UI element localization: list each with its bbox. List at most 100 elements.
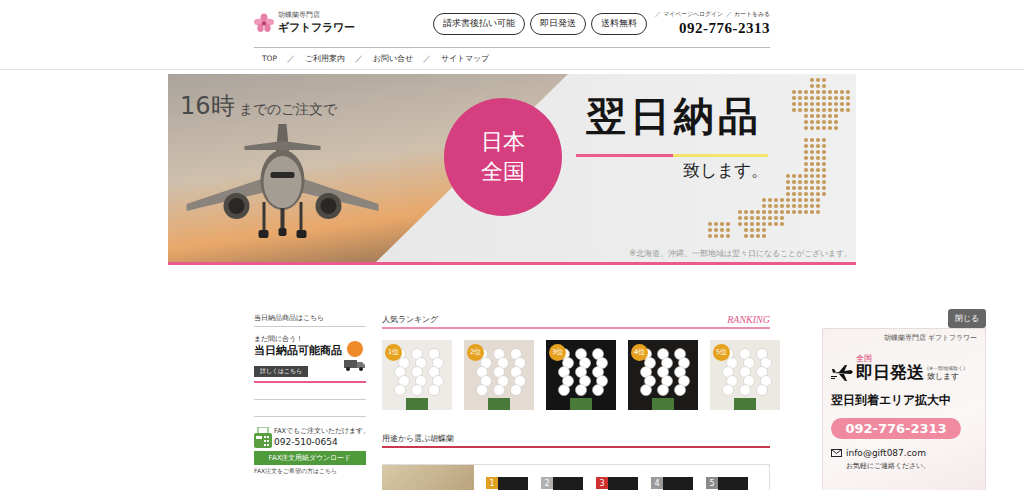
purpose-item[interactable]: 4 bbox=[651, 477, 693, 490]
fax-caption: FAX注文をご希望の方はこちら bbox=[254, 467, 366, 476]
ad-email-row[interactable]: info@gift087.com bbox=[831, 448, 977, 458]
airplane-icon bbox=[180, 122, 385, 262]
ad-headline-text: 即日発送 bbox=[856, 363, 924, 382]
rank-badge: 4位 bbox=[631, 344, 648, 361]
hero-banner[interactable]: 16時 までのご注文で 日本全国 翌日納品 致します。 ※北海道、沖縄、一部地域… bbox=[168, 74, 856, 265]
purpose-item[interactable]: 5 bbox=[706, 477, 748, 490]
account-link[interactable]: ／マイページへログイン bbox=[655, 10, 723, 19]
nav-separator: ／ bbox=[287, 54, 295, 64]
purpose-list: 1 2 3 4 5 bbox=[474, 465, 748, 490]
purpose-thumb bbox=[498, 477, 528, 490]
header-contact: ／マイページへログイン／カートをみる 092-776-2313 bbox=[655, 10, 770, 37]
purpose-item[interactable]: 3 bbox=[596, 477, 638, 490]
fax-lead: FAXでもご注文いただけます。 bbox=[274, 427, 370, 437]
logo-name: ギフトフラワー bbox=[278, 20, 355, 35]
ad-suffix-col: (※一部地域除く) 致します bbox=[927, 365, 965, 382]
main-column: 人気ランキング RANKING 1位 2位 3位 4位 5位 用途から選ぶ胡蝶蘭 1 2 3… bbox=[382, 313, 770, 490]
link-separator: ／ bbox=[655, 10, 661, 17]
purpose-number: 5 bbox=[706, 477, 718, 489]
sidebar: 当日納品商品はこちら まだ間に合う！ 当日納品可能商品 詳しくはこちら FAXで… bbox=[254, 313, 366, 476]
nav-item[interactable]: サイトマップ bbox=[441, 54, 489, 64]
promo-button[interactable]: 詳しくはこちら bbox=[254, 366, 308, 377]
content: 当日納品商品はこちら まだ間に合う！ 当日納品可能商品 詳しくはこちら FAXで… bbox=[254, 313, 770, 490]
ad-email: info@gift087.com bbox=[846, 448, 926, 458]
header: 胡蝶蘭専門店 ギフトフラワー 請求書後払い可能即日発送送料無料 ／マイページへロ… bbox=[0, 0, 1024, 48]
ranking-item[interactable]: 2位 bbox=[464, 340, 534, 410]
header-phone[interactable]: 092-776-2313 bbox=[679, 19, 770, 37]
banner-note: ※北海道、沖縄、一部地域は翌々日になることがございます。 bbox=[629, 249, 852, 259]
feature-badge[interactable]: 請求書後払い可能 bbox=[433, 13, 525, 35]
purpose-header: 用途から選ぶ胡蝶蘭 bbox=[382, 432, 770, 448]
sidebar-divider bbox=[254, 399, 366, 400]
purpose-thumb bbox=[608, 477, 638, 490]
fax-machine-icon bbox=[254, 427, 272, 449]
purpose-photo[interactable] bbox=[382, 465, 474, 490]
account-links: ／マイページへログイン／カートをみる bbox=[655, 10, 770, 19]
same-day-title: 当日納品商品はこちら bbox=[254, 313, 366, 327]
promo-badge-icon bbox=[347, 341, 363, 357]
ad-headline-row: 全国 即日発送 (※一部地域除く) 致します bbox=[831, 355, 977, 382]
ranking-item[interactable]: 4位 bbox=[628, 340, 698, 410]
floating-ad[interactable]: 胡蝶蘭専門店 ギフトフラワー 全国 即日発送 (※一部地域除く) 致します 翌日… bbox=[822, 328, 986, 490]
banner-suffix: 致します。 bbox=[683, 160, 768, 180]
ad-headline: 全国 即日発送 bbox=[856, 355, 924, 382]
promo-kicker: まだ間に合う！ bbox=[254, 335, 342, 344]
ranking-list: 1位 2位 3位 4位 5位 bbox=[382, 340, 770, 410]
airplane-icon bbox=[831, 364, 853, 382]
ranking-item[interactable]: 5位 bbox=[710, 340, 780, 410]
ad-shop: 胡蝶蘭専門店 ギフトフラワー bbox=[831, 334, 977, 343]
order-deadline: 16時 までのご注文で bbox=[180, 90, 337, 122]
japan-map-icon bbox=[668, 74, 856, 262]
logo-text: 胡蝶蘭専門店 ギフトフラワー bbox=[278, 11, 355, 35]
fax-download-button[interactable]: FAX注文用紙ダウンロード bbox=[254, 451, 366, 465]
logo[interactable]: 胡蝶蘭専門店 ギフトフラワー bbox=[254, 11, 355, 35]
purpose-item[interactable]: 2 bbox=[541, 477, 583, 490]
nav-separator: ／ bbox=[423, 54, 431, 64]
feature-badge[interactable]: 即日発送 bbox=[530, 13, 586, 35]
promo-title: 当日納品可能商品 bbox=[254, 344, 342, 358]
nav-bar: TOP ／ ご利用案内 ／ お問い合せ ／ サイトマップ bbox=[0, 48, 1024, 70]
promo-text: まだ間に合う！ 当日納品可能商品 詳しくはこちら bbox=[254, 335, 342, 377]
nav-item[interactable]: お問い合せ bbox=[373, 54, 413, 64]
rank-badge: 5位 bbox=[713, 344, 730, 361]
ranking-item[interactable]: 3位 bbox=[546, 340, 616, 410]
ad-footer: お気軽にご連絡ください。 bbox=[831, 461, 977, 471]
promo-icons bbox=[344, 341, 366, 371]
logo-category: 胡蝶蘭専門店 bbox=[278, 11, 355, 20]
purpose-number: 2 bbox=[541, 477, 553, 489]
nav-item[interactable]: TOP bbox=[262, 54, 277, 63]
feature-badges: 請求書後払い可能即日発送送料無料 bbox=[433, 13, 647, 35]
purpose-number: 3 bbox=[596, 477, 608, 489]
ad-subheadline: 翌日到着エリア拡大中 bbox=[831, 392, 977, 409]
purpose-number: 1 bbox=[486, 477, 498, 489]
deadline-hour: 16時 bbox=[180, 90, 235, 122]
region-circle: 日本全国 bbox=[444, 98, 562, 216]
nav-separator: ／ bbox=[355, 54, 363, 64]
deadline-text: までのご注文で bbox=[239, 101, 337, 119]
purpose-number: 4 bbox=[651, 477, 663, 489]
envelope-icon bbox=[831, 449, 842, 457]
close-button[interactable]: 閉じる bbox=[948, 309, 986, 328]
region-text: 全国 bbox=[481, 157, 525, 187]
nav-item[interactable]: ご利用案内 bbox=[305, 54, 345, 64]
orchid-icon bbox=[254, 13, 274, 33]
purpose-thumb bbox=[663, 477, 693, 490]
purpose-row: 1 2 3 4 5 bbox=[382, 464, 770, 490]
feature-badge[interactable]: 送料無料 bbox=[591, 13, 647, 35]
ranking-title: 人気ランキング bbox=[382, 314, 438, 325]
underline-pink bbox=[576, 154, 673, 157]
account-link[interactable]: ／カートをみる bbox=[726, 10, 770, 19]
ad-phone[interactable]: 092-776-2313 bbox=[831, 418, 961, 439]
purpose-thumb bbox=[553, 477, 583, 490]
truck-icon bbox=[344, 359, 366, 371]
rank-badge: 1位 bbox=[385, 344, 402, 361]
same-day-promo[interactable]: まだ間に合う！ 当日納品可能商品 詳しくはこちら bbox=[254, 333, 366, 383]
ranking-header: 人気ランキング RANKING bbox=[382, 313, 770, 329]
purpose-item[interactable]: 1 bbox=[486, 477, 528, 490]
purpose-thumb bbox=[718, 477, 748, 490]
rank-badge: 2位 bbox=[467, 344, 484, 361]
purpose-title: 用途から選ぶ胡蝶蘭 bbox=[382, 433, 454, 444]
account-link-label: カートをみる bbox=[734, 10, 770, 17]
ranking-item[interactable]: 1位 bbox=[382, 340, 452, 410]
underline-yellow bbox=[673, 154, 768, 157]
